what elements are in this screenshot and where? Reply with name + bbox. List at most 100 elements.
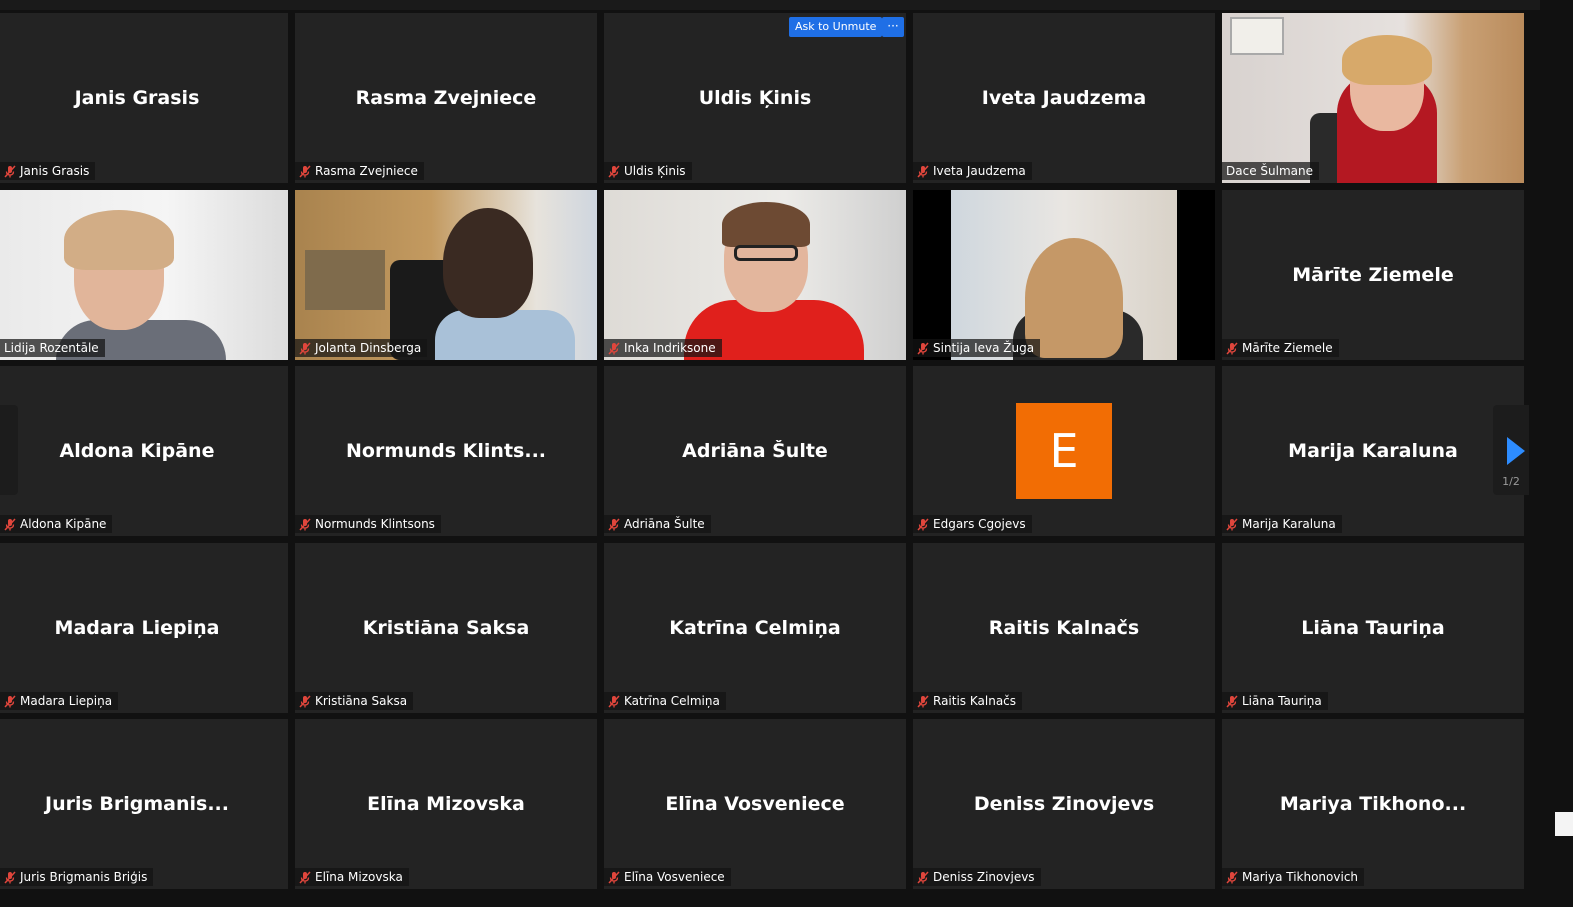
mic-muted-glyph	[1226, 694, 1238, 708]
participant-name-label: Rasma Zvejniece	[295, 162, 424, 180]
mic-muted-glyph	[4, 870, 16, 884]
participant-name-text: Inka Indriksone	[624, 341, 716, 355]
participant-name-label: Juris Brigmanis Briģis	[0, 868, 154, 886]
participant-tile[interactable]: Inka Indriksone	[604, 190, 906, 360]
participant-tile[interactable]: Juris Brigmanis... Juris Brigmanis Briģis	[0, 719, 288, 889]
participant-name-label: Mārīte Ziemele	[1222, 339, 1339, 357]
participant-name-text: Kristiāna Saksa	[315, 694, 408, 708]
participant-tile[interactable]: E Edgars Cgojevs	[913, 366, 1215, 536]
participant-tile[interactable]: Adriāna Šulte Adriāna Šulte	[604, 366, 906, 536]
mic-muted-icon	[608, 341, 620, 355]
mic-muted-icon	[917, 517, 929, 531]
participant-name-label: Katrīna Celmiņa	[604, 692, 726, 710]
video-frame-shape	[722, 202, 810, 247]
mic-muted-icon	[608, 694, 620, 708]
mic-muted-icon	[608, 870, 620, 884]
participant-name-label: Jolanta Dinsberga	[295, 339, 428, 357]
participant-name-label: Inka Indriksone	[604, 339, 722, 357]
participant-tile[interactable]: Aldona Kipāne Aldona Kipāne	[0, 366, 288, 536]
next-page-button[interactable]: 1/2	[1493, 405, 1529, 495]
participant-name-text: Madara Liepiņa	[20, 694, 113, 708]
participant-tile[interactable]: Rasma Zvejniece Rasma Zvejniece	[295, 13, 597, 183]
mic-muted-glyph	[917, 341, 929, 355]
participant-tile[interactable]: Iveta Jaudzema Iveta Jaudzema	[913, 13, 1215, 183]
participant-display-name: Mārīte Ziemele	[1292, 264, 1454, 286]
video-frame-shape	[443, 208, 533, 318]
participant-tile[interactable]: Jolanta Dinsberga	[295, 190, 597, 360]
participant-name-label: Janis Grasis	[0, 162, 96, 180]
participant-name-text: Uldis Ķinis	[624, 164, 686, 178]
participant-tile[interactable]: Kristiāna Saksa Kristiāna Saksa	[295, 543, 597, 713]
participant-name-text: Iveta Jaudzema	[933, 164, 1026, 178]
mic-muted-glyph	[608, 164, 620, 178]
ask-to-unmute-button[interactable]: Ask to Unmute	[789, 17, 883, 37]
participant-name-label: Marija Karaluna	[1222, 515, 1342, 533]
participant-tile[interactable]: Dace Šulmane	[1222, 13, 1524, 183]
video-feed	[913, 190, 1215, 360]
participant-name-label: Dace Šulmane	[1222, 162, 1319, 180]
mic-muted-glyph	[299, 517, 311, 531]
participant-tile[interactable]: Sintija Ieva Žuga	[913, 190, 1215, 360]
participant-name-label: Lidija Rozentāle	[0, 339, 105, 357]
video-feed	[295, 190, 597, 360]
participant-display-name: Aldona Kipāne	[59, 440, 215, 462]
video-frame-shape	[1230, 17, 1284, 55]
participant-name-label: Deniss Zinovjevs	[913, 868, 1041, 886]
participant-display-name: Madara Liepiņa	[54, 617, 220, 639]
mic-muted-icon	[299, 341, 311, 355]
participant-tile[interactable]: Madara Liepiņa Madara Liepiņa	[0, 543, 288, 713]
participant-name-text: Raitis Kalnačs	[933, 694, 1017, 708]
participant-name-text: Elīna Mizovska	[315, 870, 403, 884]
mic-muted-glyph	[299, 341, 311, 355]
more-options-button[interactable]: ···	[882, 17, 904, 37]
participant-display-name: Raitis Kalnačs	[988, 617, 1140, 639]
mic-muted-icon	[608, 164, 620, 178]
participant-tile[interactable]: Raitis Kalnačs Raitis Kalnačs	[913, 543, 1215, 713]
participant-tile[interactable]: Elīna Mizovska Elīna Mizovska	[295, 719, 597, 889]
participant-tile[interactable]: Janis Grasis Janis Grasis	[0, 13, 288, 183]
participant-tile[interactable]: Uldis Ķinis Uldis Ķinis Ask to Unmute ···	[604, 13, 906, 183]
participant-name-text: Deniss Zinovjevs	[933, 870, 1035, 884]
participant-tile[interactable]: Liāna Tauriņa Liāna Tauriņa	[1222, 543, 1524, 713]
participant-tile[interactable]: Marija Karaluna Marija Karaluna	[1222, 366, 1524, 536]
participant-display-name: Mariya Tikhono...	[1279, 793, 1467, 815]
participant-tile[interactable]: Normunds Klints... Normunds Klintsons	[295, 366, 597, 536]
mic-muted-glyph	[608, 870, 620, 884]
participant-name-label: Raitis Kalnačs	[913, 692, 1023, 710]
participant-name-text: Edgars Cgojevs	[933, 517, 1026, 531]
participant-name-text: Sintija Ieva Žuga	[933, 341, 1035, 355]
mic-muted-glyph	[299, 694, 311, 708]
mic-muted-icon	[917, 164, 929, 178]
participant-name-text: Lidija Rozentāle	[4, 341, 99, 355]
participant-name-text: Adriāna Šulte	[624, 517, 705, 531]
mic-muted-glyph	[917, 517, 929, 531]
participant-display-name: Katrīna Celmiņa	[669, 617, 841, 639]
participant-display-name: Marija Karaluna	[1288, 440, 1458, 462]
window-edge-highlight	[1555, 812, 1573, 836]
mic-muted-icon	[299, 164, 311, 178]
mic-muted-glyph	[299, 870, 311, 884]
participant-name-text: Jolanta Dinsberga	[315, 341, 422, 355]
video-frame-shape	[305, 250, 385, 310]
participant-tile[interactable]: Deniss Zinovjevs Deniss Zinovjevs	[913, 719, 1215, 889]
participant-tile[interactable]: Mariya Tikhono... Mariya Tikhonovich	[1222, 719, 1524, 889]
participant-tile[interactable]: Mārīte Ziemele Mārīte Ziemele	[1222, 190, 1524, 360]
mic-muted-icon	[4, 870, 16, 884]
mic-muted-icon	[608, 517, 620, 531]
participant-tile[interactable]: Elīna Vosveniece Elīna Vosveniece	[604, 719, 906, 889]
mic-muted-glyph	[1226, 341, 1238, 355]
mic-muted-glyph	[299, 164, 311, 178]
participant-tile[interactable]: Katrīna Celmiņa Katrīna Celmiņa	[604, 543, 906, 713]
participant-tile[interactable]: Lidija Rozentāle	[0, 190, 288, 360]
mic-muted-glyph	[1226, 870, 1238, 884]
mic-muted-icon	[917, 870, 929, 884]
previous-page-button[interactable]	[0, 405, 18, 495]
mic-muted-glyph	[1226, 517, 1238, 531]
page-indicator: 1/2	[1502, 475, 1520, 488]
participant-name-label: Elīna Mizovska	[295, 868, 409, 886]
video-feed	[0, 190, 288, 360]
participant-display-name: Kristiāna Saksa	[362, 617, 530, 639]
participant-display-name: Adriāna Šulte	[682, 440, 828, 462]
participant-name-text: Dace Šulmane	[1226, 164, 1313, 178]
participant-name-label: Mariya Tikhonovich	[1222, 868, 1365, 886]
